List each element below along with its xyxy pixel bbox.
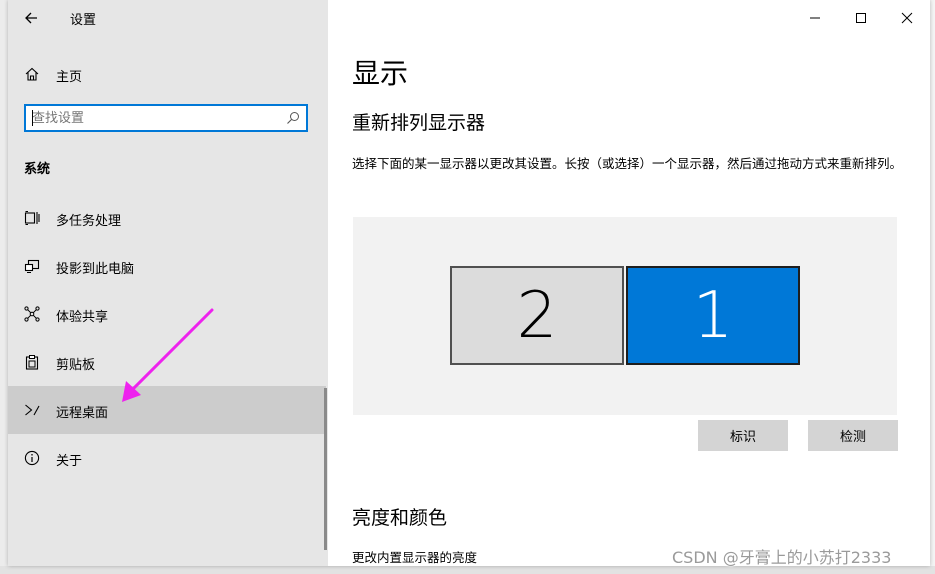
info-icon bbox=[24, 450, 40, 466]
background-page-right bbox=[930, 0, 935, 574]
search-input[interactable] bbox=[32, 108, 282, 128]
watermark: CSDN @牙膏上的小苏打2333 bbox=[672, 548, 892, 567]
close-icon bbox=[901, 12, 913, 24]
page-title: 显示 bbox=[352, 57, 409, 90]
project-icon bbox=[24, 259, 40, 273]
multitasking-icon bbox=[24, 211, 40, 225]
sidebar-item-label: 剪贴板 bbox=[56, 358, 96, 373]
sidebar-item-label: 体验共享 bbox=[56, 310, 109, 325]
shared-experiences-icon bbox=[24, 306, 40, 322]
background-page-left bbox=[0, 0, 8, 574]
sidebar-item-label: 远程桌面 bbox=[56, 406, 109, 421]
sidebar-item-label: 关于 bbox=[56, 454, 83, 469]
maximize-icon bbox=[856, 13, 866, 23]
sidebar-item-multitasking[interactable]: 多任务处理 bbox=[8, 194, 326, 242]
sidebar-item-shared-experiences[interactable]: 体验共享 bbox=[8, 290, 326, 338]
sidebar-item-label: 主页 bbox=[56, 70, 83, 85]
monitor-1[interactable]: 1 bbox=[626, 266, 800, 365]
sidebar-item-label: 投影到此电脑 bbox=[56, 262, 135, 277]
back-arrow-icon bbox=[25, 12, 37, 24]
section-title-system: 系统 bbox=[24, 162, 51, 177]
sidebar-item-about[interactable]: 关于 bbox=[8, 434, 326, 482]
monitor-number: 1 bbox=[692, 279, 734, 353]
monitor-number: 2 bbox=[516, 279, 558, 353]
clipboard-icon bbox=[25, 355, 39, 370]
search-box[interactable] bbox=[24, 104, 308, 132]
sidebar: 设置 主页 系统 多任务处理 bbox=[8, 0, 328, 566]
rearrange-description: 选择下面的某一显示器以更改其设置。长按（或选择）一个显示器，然后通过拖动方式来重… bbox=[352, 156, 903, 171]
section-heading-brightness: 亮度和颜色 bbox=[352, 507, 448, 529]
identify-button[interactable]: 标识 bbox=[698, 420, 788, 451]
sidebar-item-home[interactable]: 主页 bbox=[8, 58, 328, 90]
back-button[interactable] bbox=[20, 6, 44, 30]
app-title: 设置 bbox=[70, 13, 97, 28]
remote-desktop-icon bbox=[25, 404, 40, 416]
close-button[interactable] bbox=[884, 4, 930, 32]
detect-button[interactable]: 检测 bbox=[808, 420, 898, 451]
settings-window: 设置 主页 系统 多任务处理 bbox=[8, 0, 930, 566]
sidebar-item-project[interactable]: 投影到此电脑 bbox=[8, 242, 326, 290]
main-content: 显示 重新排列显示器 选择下面的某一显示器以更改其设置。长按（或选择）一个显示器… bbox=[328, 0, 930, 566]
brightness-label: 更改内置显示器的亮度 bbox=[352, 550, 478, 565]
display-arrangement-area[interactable]: 2 1 bbox=[353, 217, 897, 415]
text-caret bbox=[32, 110, 33, 126]
minimize-button[interactable] bbox=[792, 4, 838, 32]
sidebar-item-remote-desktop[interactable]: 远程桌面 bbox=[8, 386, 326, 434]
home-icon bbox=[25, 67, 39, 81]
sidebar-scrollbar[interactable] bbox=[324, 388, 327, 550]
minimize-icon bbox=[810, 17, 820, 19]
search-icon[interactable] bbox=[286, 111, 300, 125]
monitor-2[interactable]: 2 bbox=[450, 266, 624, 365]
sidebar-item-label: 多任务处理 bbox=[56, 214, 122, 229]
section-heading-rearrange: 重新排列显示器 bbox=[352, 112, 486, 134]
sidebar-item-clipboard[interactable]: 剪贴板 bbox=[8, 338, 326, 386]
maximize-button[interactable] bbox=[838, 4, 884, 32]
